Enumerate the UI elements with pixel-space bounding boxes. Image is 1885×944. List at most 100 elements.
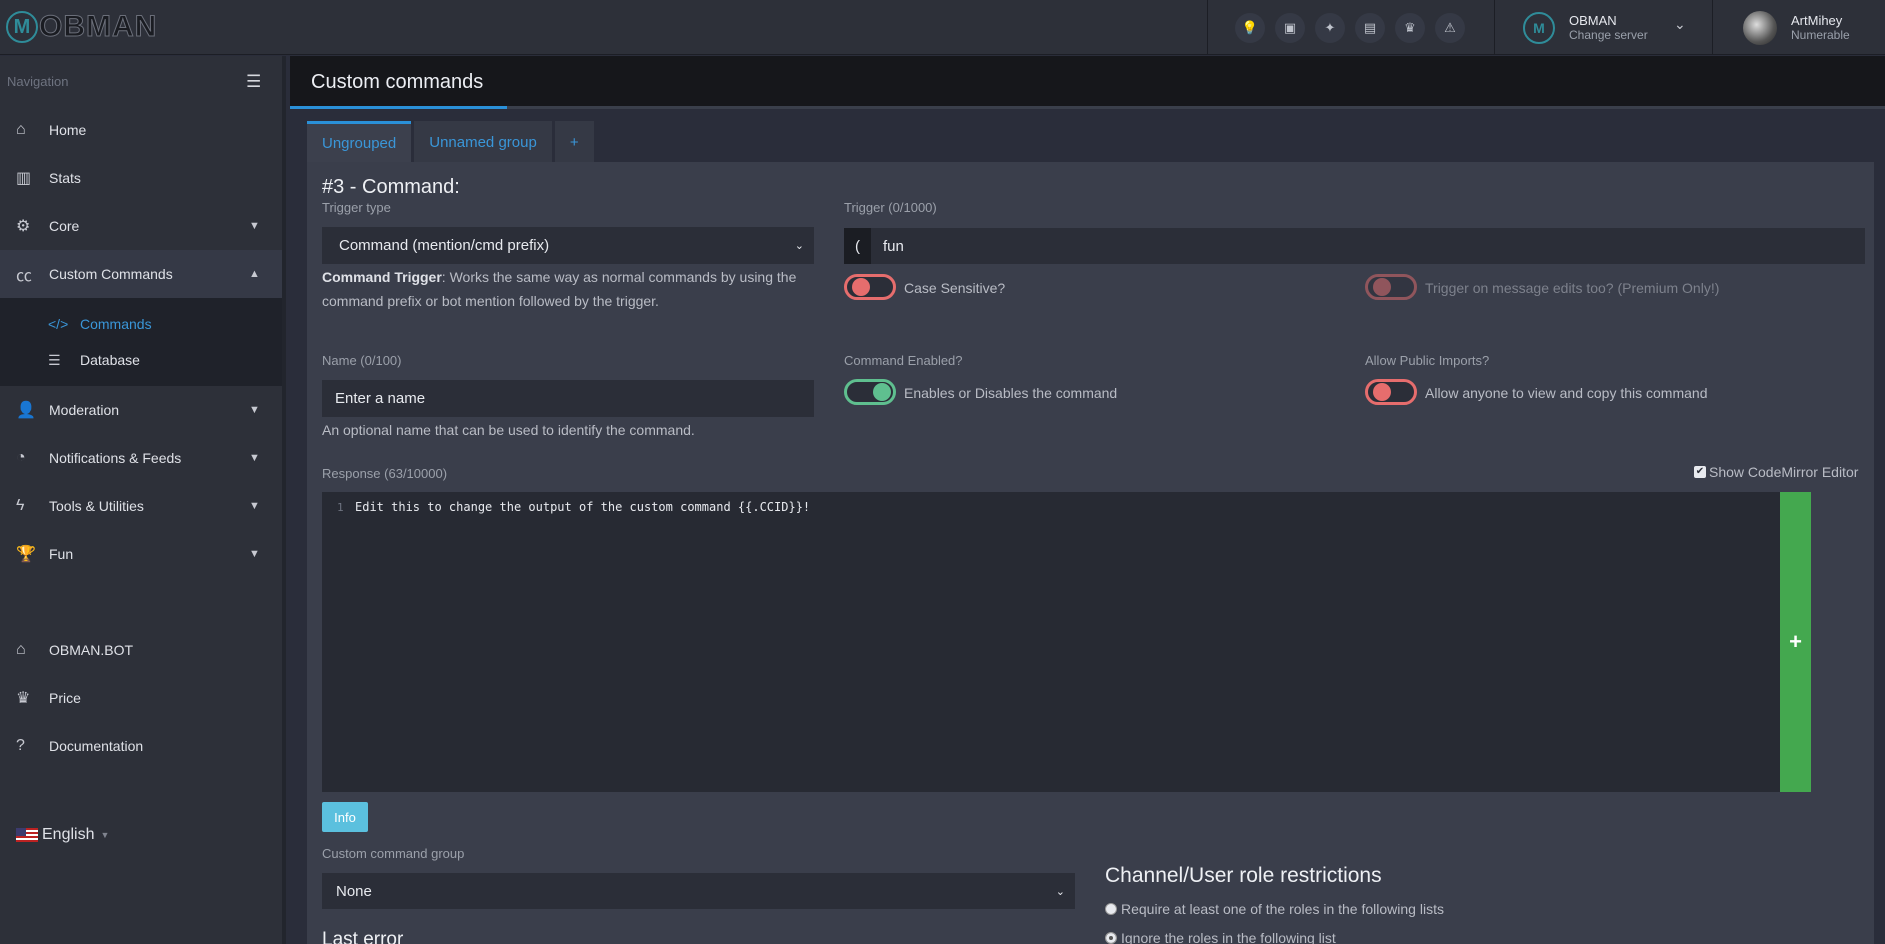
group-value: None: [336, 882, 372, 900]
sidebar-item-obman-bot[interactable]: ⌂ OBMAN.BOT: [0, 626, 282, 674]
chevron-up-icon: ▲: [249, 268, 260, 280]
chevron-down-icon[interactable]: ⌄: [1674, 16, 1686, 33]
trigger-value: fun: [883, 237, 904, 255]
header-icon-bar: 💡 ▣ ✦ ▤ ♛ ⚠: [1207, 0, 1495, 55]
trigger-edits-toggle[interactable]: [1365, 274, 1417, 300]
sidebar-item-stats[interactable]: ▥ Stats: [0, 154, 282, 202]
tab-add-group[interactable]: +: [554, 121, 594, 163]
enabled-text: Enables or Disables the command: [904, 385, 1118, 401]
toggle-knob: [1373, 383, 1391, 401]
language-selector[interactable]: English ▼: [16, 826, 109, 844]
home-icon: ⌂: [16, 641, 26, 658]
case-sensitive-label: Case Sensitive?: [904, 280, 1006, 296]
top-header: M OBMAN 💡 ▣ ✦ ▤ ♛ ⚠ M OBMAN Change serve…: [0, 0, 1885, 55]
database-icon: ☰: [48, 351, 61, 368]
sidebar-item-custom-commands[interactable]: ㏄ Custom Commands ▲: [0, 250, 282, 298]
chevron-down-icon: ▼: [249, 500, 260, 512]
chart-icon: ▥: [16, 170, 32, 187]
code-icon: </>: [48, 316, 69, 332]
sidebar-item-moderation[interactable]: 👤 Moderation ▼: [0, 386, 282, 434]
response-label: Response (63/10000): [322, 466, 448, 481]
page-title: Custom commands: [311, 71, 484, 93]
toggle-knob: [852, 278, 870, 296]
change-server-label: Change server: [1569, 27, 1648, 42]
command-enabled-toggle[interactable]: [844, 379, 896, 405]
nav-header: Navigation ☰: [0, 56, 282, 106]
show-codemirror-label: Show CodeMirror Editor: [1709, 464, 1859, 480]
radio-button[interactable]: [1105, 903, 1117, 915]
gears-icon: ⚙: [16, 218, 31, 235]
trigger-help: Command Trigger: Works the same way as n…: [322, 265, 814, 313]
name-label: Name (0/100): [322, 353, 402, 368]
response-editor[interactable]: 1 Edit this to change the output of the …: [322, 492, 1780, 792]
case-sensitive-toggle[interactable]: [844, 274, 896, 300]
server-switcher[interactable]: M OBMAN Change server ⌄: [1495, 0, 1713, 55]
sidebar-item-tools[interactable]: ϟ Tools & Utilities ▼: [0, 482, 282, 530]
trigger-input[interactable]: fun: [871, 228, 1865, 264]
sidebar-item-core[interactable]: ⚙ Core ▼: [0, 202, 282, 250]
radio-ignore-roles[interactable]: Ignore the roles in the following list: [1105, 930, 1336, 944]
caret-down-icon: ▼: [100, 830, 110, 840]
name-input[interactable]: Enter a name: [322, 380, 814, 417]
sidebar-item-price[interactable]: ♛ Price: [0, 674, 282, 722]
show-codemirror-checkbox[interactable]: ✔ Show CodeMirror Editor: [1694, 464, 1858, 480]
twitter-icon[interactable]: ✦: [1315, 12, 1345, 43]
radio-require-roles[interactable]: Require at least one of the roles in the…: [1105, 901, 1444, 917]
command-group-select[interactable]: None ⌄: [322, 873, 1075, 909]
us-flag-icon: [16, 828, 38, 842]
trigger-label: Trigger (0/1000): [844, 200, 937, 215]
chevron-down-icon: ▼: [249, 404, 260, 416]
user-menu[interactable]: ArtMihey Numerable: [1713, 0, 1885, 55]
checkbox-checked-icon: ✔: [1694, 466, 1706, 478]
sidebar: Navigation ☰ ⌂ Home ▥ Stats ⚙ Core ▼ ㏄ Custo…: [0, 56, 286, 944]
chevron-down-icon: ▼: [249, 452, 260, 464]
ticket-icon[interactable]: ▤: [1355, 12, 1385, 43]
imports-text: Allow anyone to view and copy this comma…: [1425, 385, 1708, 401]
server-avatar: M: [1523, 11, 1555, 44]
command-heading: #3 - Command:: [322, 176, 460, 198]
crown-icon[interactable]: ♛: [1395, 12, 1425, 43]
logo-mark: M: [6, 11, 38, 43]
imports-label: Allow Public Imports?: [1365, 353, 1490, 368]
crown-icon: ♛: [16, 690, 31, 707]
tab-ungrouped[interactable]: Ungrouped: [307, 121, 412, 163]
user-shield-icon: 👤: [16, 402, 36, 419]
public-imports-toggle[interactable]: [1365, 379, 1417, 405]
toggle-knob: [873, 383, 891, 401]
user-name: ArtMihey: [1791, 12, 1843, 28]
radio-require-label: Require at least one of the roles in the…: [1121, 901, 1444, 917]
name-placeholder: Enter a name: [335, 390, 426, 407]
sidebar-item-commands[interactable]: </> Commands: [0, 306, 282, 342]
menu-toggle-icon[interactable]: ☰: [246, 72, 261, 92]
sidebar-item-database[interactable]: ☰ Database: [0, 342, 282, 378]
trigger-type-label: Trigger type: [322, 200, 391, 215]
discord-icon[interactable]: ▣: [1275, 12, 1305, 43]
tab-unnamed-group[interactable]: Unnamed group: [414, 121, 552, 163]
custom-commands-submenu: </> Commands ☰ Database: [0, 298, 282, 386]
trigger-type-select[interactable]: Command (mention/cmd prefix) ⌄: [322, 227, 814, 264]
sidebar-item-notifications[interactable]: ◔ Notifications & Feeds ▼: [0, 434, 282, 482]
chevron-down-icon: ⌄: [1055, 886, 1065, 898]
nav-title: Navigation: [7, 73, 69, 89]
info-button[interactable]: Info: [322, 802, 368, 832]
sidebar-item-documentation[interactable]: ? Documentation: [0, 722, 282, 770]
page-header: Custom commands: [290, 56, 1885, 109]
lightbulb-icon[interactable]: 💡: [1235, 12, 1265, 43]
name-help: An optional name that can be used to ide…: [322, 422, 695, 438]
server-name: OBMAN: [1569, 12, 1617, 28]
radio-button-selected[interactable]: [1105, 932, 1117, 944]
add-response-button[interactable]: +: [1780, 492, 1811, 792]
group-label: Custom command group: [322, 846, 465, 861]
response-code: Edit this to change the output of the cu…: [355, 500, 811, 514]
restrictions-heading: Channel/User role restrictions: [1105, 864, 1382, 887]
sidebar-item-home[interactable]: ⌂ Home: [0, 106, 282, 154]
language-label: English: [42, 826, 95, 843]
trophy-icon: 🏆: [16, 546, 36, 563]
warning-icon[interactable]: ⚠: [1435, 12, 1465, 43]
cc-icon: ㏄: [16, 268, 33, 285]
sidebar-item-fun[interactable]: 🏆 Fun ▼: [0, 530, 282, 578]
home-icon: ⌂: [16, 121, 26, 138]
chevron-down-icon: ▼: [249, 548, 260, 560]
user-rank: Numerable: [1791, 27, 1850, 42]
app-logo[interactable]: M OBMAN: [6, 10, 157, 44]
